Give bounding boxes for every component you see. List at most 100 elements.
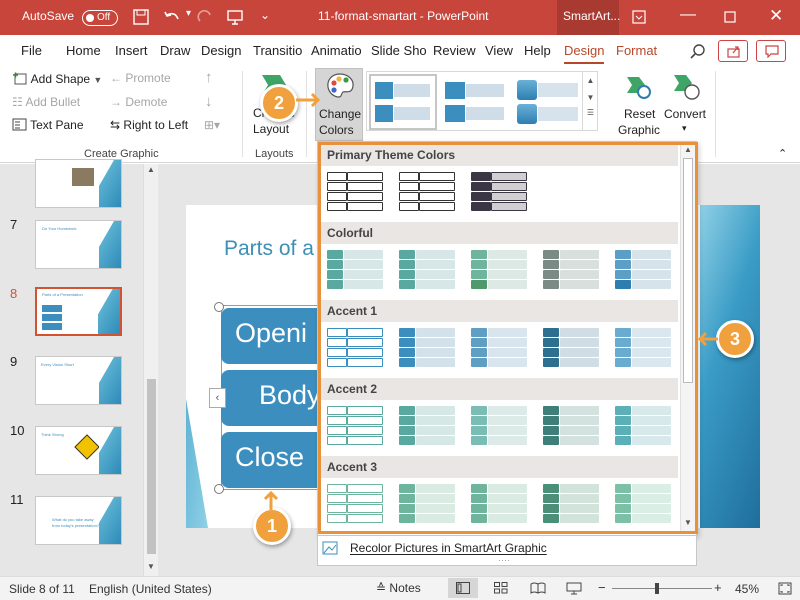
smartart-shape-close[interactable]: Close: [221, 432, 331, 488]
promote-button[interactable]: ← Promote: [110, 71, 171, 85]
color-option[interactable]: [615, 404, 673, 450]
collapse-ribbon-icon[interactable]: ⌃: [778, 147, 787, 160]
text-pane-toggle-icon[interactable]: ‹: [209, 388, 226, 408]
slide-thumbnail[interactable]: [35, 159, 122, 208]
color-option[interactable]: [543, 482, 601, 528]
close-icon[interactable]: ✕: [769, 6, 783, 26]
restore-icon[interactable]: [724, 11, 736, 23]
style-option-selected[interactable]: [369, 74, 437, 130]
color-option[interactable]: [399, 404, 457, 450]
save-icon[interactable]: [133, 9, 149, 25]
undo-dropdown-icon[interactable]: ▾: [186, 8, 191, 19]
color-option[interactable]: [471, 170, 529, 216]
move-down-icon[interactable]: ↓: [205, 93, 213, 110]
style-option[interactable]: [443, 76, 511, 128]
share-button[interactable]: [718, 40, 748, 62]
slide-thumbnail[interactable]: Think Strong: [35, 426, 122, 475]
color-option[interactable]: [399, 326, 457, 372]
scroll-down-icon[interactable]: ▼: [147, 562, 155, 571]
zoom-in-icon[interactable]: +: [714, 580, 722, 595]
tab-draw[interactable]: Draw: [160, 43, 190, 58]
tab-slide-show[interactable]: Slide Sho: [371, 43, 427, 58]
zoom-level[interactable]: 45%: [735, 582, 759, 596]
color-option[interactable]: [471, 248, 529, 294]
color-option[interactable]: [615, 482, 673, 528]
styles-gallery-scroll[interactable]: ▲ ▼ ☰: [582, 72, 598, 130]
color-option[interactable]: [543, 248, 601, 294]
gallery-more-icon[interactable]: ☰: [583, 108, 598, 117]
minimize-icon[interactable]: —: [680, 6, 696, 24]
color-option[interactable]: [471, 404, 529, 450]
zoom-out-icon[interactable]: −: [598, 580, 606, 595]
color-option[interactable]: [327, 482, 385, 528]
color-option[interactable]: [327, 404, 385, 450]
tab-animations[interactable]: Animatio: [311, 43, 362, 58]
color-option[interactable]: [399, 248, 457, 294]
tab-view[interactable]: View: [485, 43, 513, 58]
ribbon-display-icon[interactable]: [632, 10, 646, 24]
tab-home[interactable]: Home: [66, 43, 101, 58]
color-option[interactable]: [615, 248, 673, 294]
color-option[interactable]: [471, 482, 529, 528]
slide-thumbnail[interactable]: Do Your Homework: [35, 220, 122, 269]
color-option[interactable]: [543, 404, 601, 450]
smartart-shape-body[interactable]: Body: [221, 370, 331, 426]
text-pane-button[interactable]: Text Pane: [12, 118, 84, 132]
tab-design[interactable]: Design: [201, 43, 241, 58]
color-option[interactable]: [327, 170, 385, 216]
undo-icon[interactable]: [163, 9, 181, 25]
scroll-up-icon[interactable]: ▲: [147, 165, 155, 174]
reading-view-icon[interactable]: [530, 582, 546, 594]
layout-org-icon[interactable]: ⊞▾: [204, 118, 220, 132]
gallery-scrollbar[interactable]: ▲ ▼: [680, 144, 695, 532]
comments-button[interactable]: [756, 40, 786, 62]
scroll-up-icon[interactable]: ▲: [684, 145, 692, 154]
scroll-up-icon[interactable]: ▲: [583, 76, 598, 85]
normal-view-button[interactable]: [448, 578, 478, 598]
slide-title[interactable]: Parts of a: [224, 237, 314, 261]
add-bullet-button[interactable]: ☷ Add Bullet: [12, 95, 80, 109]
color-option[interactable]: [615, 326, 673, 372]
slide-sorter-icon[interactable]: [494, 582, 508, 594]
resize-grip-icon[interactable]: ····: [498, 555, 510, 565]
resize-handle[interactable]: [214, 302, 224, 312]
notes-button[interactable]: ≙ Notes: [376, 581, 421, 595]
tab-smartart-design[interactable]: Design: [564, 43, 605, 64]
present-icon[interactable]: [227, 9, 243, 25]
autosave-toggle[interactable]: Off: [82, 10, 118, 26]
slideshow-icon[interactable]: [566, 582, 582, 595]
color-option[interactable]: [471, 326, 529, 372]
smartart-styles-gallery[interactable]: ▲ ▼ ☰: [366, 71, 598, 131]
zoom-slider[interactable]: [612, 588, 712, 589]
smartart-shape-opening[interactable]: Openi: [221, 308, 331, 364]
color-option[interactable]: [543, 326, 601, 372]
color-option[interactable]: [399, 482, 457, 528]
zoom-slider-thumb[interactable]: [655, 583, 659, 594]
tab-review[interactable]: Review: [433, 43, 476, 58]
tab-format[interactable]: Format: [616, 43, 657, 58]
resize-handle[interactable]: [214, 484, 224, 494]
color-option[interactable]: [327, 326, 385, 372]
scroll-thumb[interactable]: [147, 379, 156, 554]
tab-help[interactable]: Help: [524, 43, 551, 58]
tab-insert[interactable]: Insert: [115, 43, 148, 58]
tab-file[interactable]: File: [21, 43, 42, 58]
qat-customize-icon[interactable]: ⌄: [260, 8, 270, 22]
change-colors-button[interactable]: Change Colors: [315, 68, 363, 141]
fit-to-window-icon[interactable]: [778, 582, 792, 595]
style-option[interactable]: [515, 76, 583, 128]
color-option[interactable]: [399, 170, 457, 216]
language-indicator[interactable]: English (United States): [89, 582, 212, 596]
scroll-down-icon[interactable]: ▼: [684, 518, 692, 527]
tab-transitions[interactable]: Transitio: [253, 43, 302, 58]
scroll-down-icon[interactable]: ▼: [583, 93, 598, 102]
reset-graphic-button[interactable]: Reset Graphic: [613, 69, 665, 141]
convert-button[interactable]: Convert ▾: [664, 69, 714, 141]
right-to-left-button[interactable]: ⇆ Right to Left: [110, 118, 188, 132]
slides-scrollbar[interactable]: ▲ ▼: [143, 164, 158, 576]
recolor-pictures-option[interactable]: Recolor Pictures in SmartArt Graphic ···…: [317, 536, 697, 566]
slide-thumbnail[interactable]: What do you take away from today's prese…: [35, 496, 122, 545]
color-option[interactable]: [327, 248, 385, 294]
move-up-icon[interactable]: ↑: [205, 69, 213, 86]
redo-icon[interactable]: [197, 9, 213, 25]
